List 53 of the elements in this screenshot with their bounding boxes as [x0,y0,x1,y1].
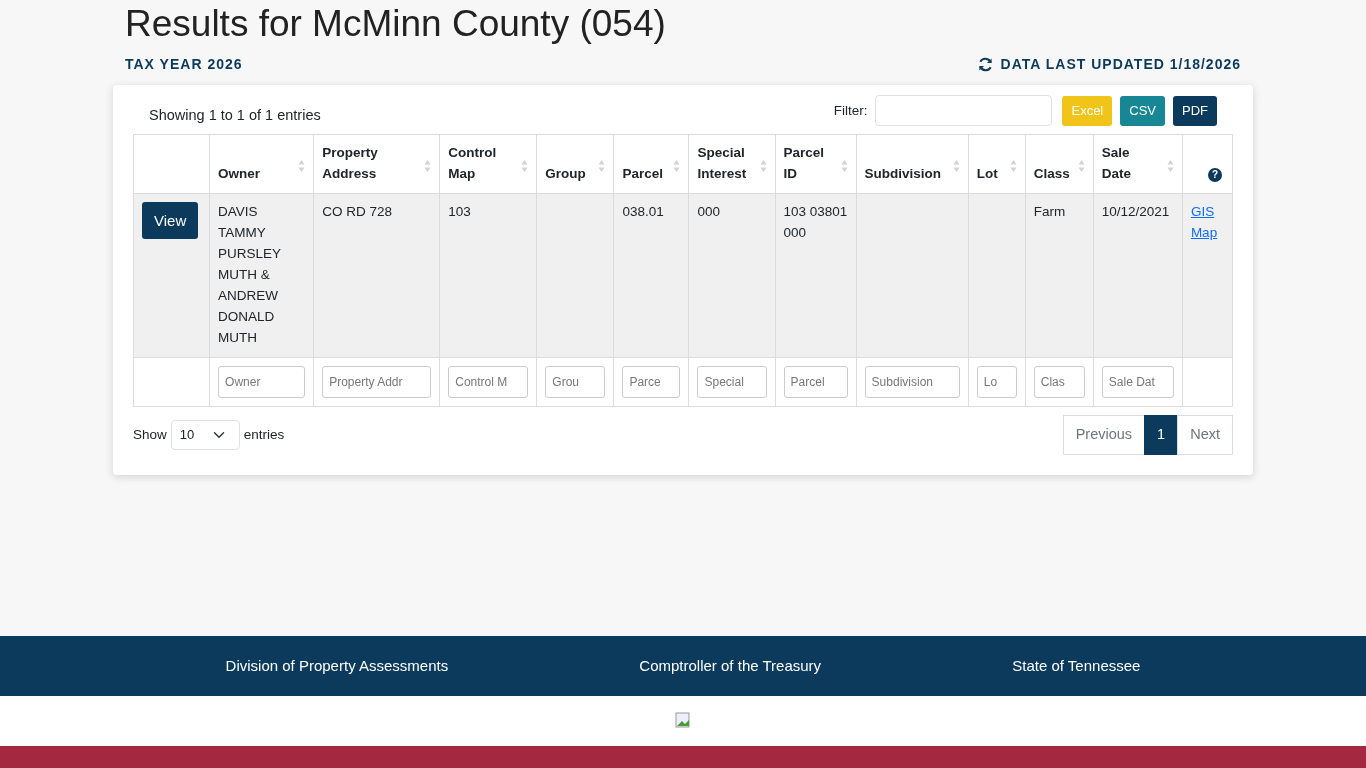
last-updated-label: DATA LAST UPDATED 1/18/2026 [1000,55,1241,75]
column-filter-field[interactable]: Property Addr [322,366,432,399]
sort-icon[interactable] [1077,159,1085,174]
table-cell: 038.01 [622,204,664,220]
column-filter-field[interactable]: Subdivision [864,366,960,399]
sort-icon[interactable] [298,159,306,174]
filter-label: Filter: [833,101,868,120]
export-button[interactable]: PDF [1173,96,1217,126]
sort-icon[interactable] [521,159,529,174]
export-button[interactable]: CSV [1120,96,1165,126]
column-header[interactable]: Lot [976,164,1005,186]
table-cell: 000 [697,204,720,220]
table-cell: 103 [448,204,471,220]
sort-icon[interactable] [952,159,960,174]
table-cell: CO RD 728 [322,204,392,220]
table-cell: 10/12/2021 [1101,204,1170,220]
pagination-button[interactable]: Previous [1062,415,1146,455]
column-filter-field[interactable]: Parcel [783,366,848,399]
view-button[interactable]: View [142,202,199,240]
column-filter-field[interactable]: Special [697,366,767,399]
sort-icon[interactable] [1166,159,1174,174]
sort-icon[interactable] [673,159,681,174]
column-filter-field[interactable]: Sale Dat [1101,366,1174,399]
gis-map-link[interactable]: GIS Map [1190,202,1224,245]
sort-icon[interactable] [598,159,606,174]
entries-label: entries [243,426,285,444]
broken-image-icon [675,712,691,728]
table-cell: 103 03801 000 [783,204,848,241]
column-filter-field[interactable]: Lo [976,366,1017,399]
table-cell: Farm [1033,204,1066,220]
column-filter-field[interactable]: Control M [448,366,529,399]
table-cell: DAVIS TAMMY PURSLEY MUTH & ANDREW DONALD MUTH [218,204,281,345]
sort-icon[interactable] [1009,159,1017,174]
page-title: Results for McMinn County (054) [125,2,667,46]
footer-link[interactable]: State of Tennessee [1012,656,1141,674]
footer-link[interactable]: Division of Property Assessments [225,656,449,674]
refresh-icon [977,57,993,73]
entries-select[interactable]: 10 [170,420,240,450]
column-filter-field[interactable]: Parce [622,366,681,399]
help-icon[interactable]: ? [1208,168,1222,183]
sort-icon[interactable] [759,159,767,174]
sort-icon[interactable] [424,159,432,174]
pagination-button[interactable]: 1 [1144,415,1179,455]
column-filter-field[interactable]: Clas [1033,366,1085,399]
show-label: Show [133,426,167,444]
tax-year-label: TAX YEAR 2026 [125,55,243,75]
filter-field[interactable] [875,95,1053,127]
column-filter-field[interactable]: Owner [218,366,306,399]
pagination-button[interactable]: Next [1177,415,1233,455]
sort-icon[interactable] [840,159,848,174]
column-filter-field[interactable]: Grou [545,366,606,399]
footer-link[interactable]: Comptroller of the Treasury [639,656,822,674]
entries-info: Showing 1 to 1 of 1 entries [149,105,321,125]
